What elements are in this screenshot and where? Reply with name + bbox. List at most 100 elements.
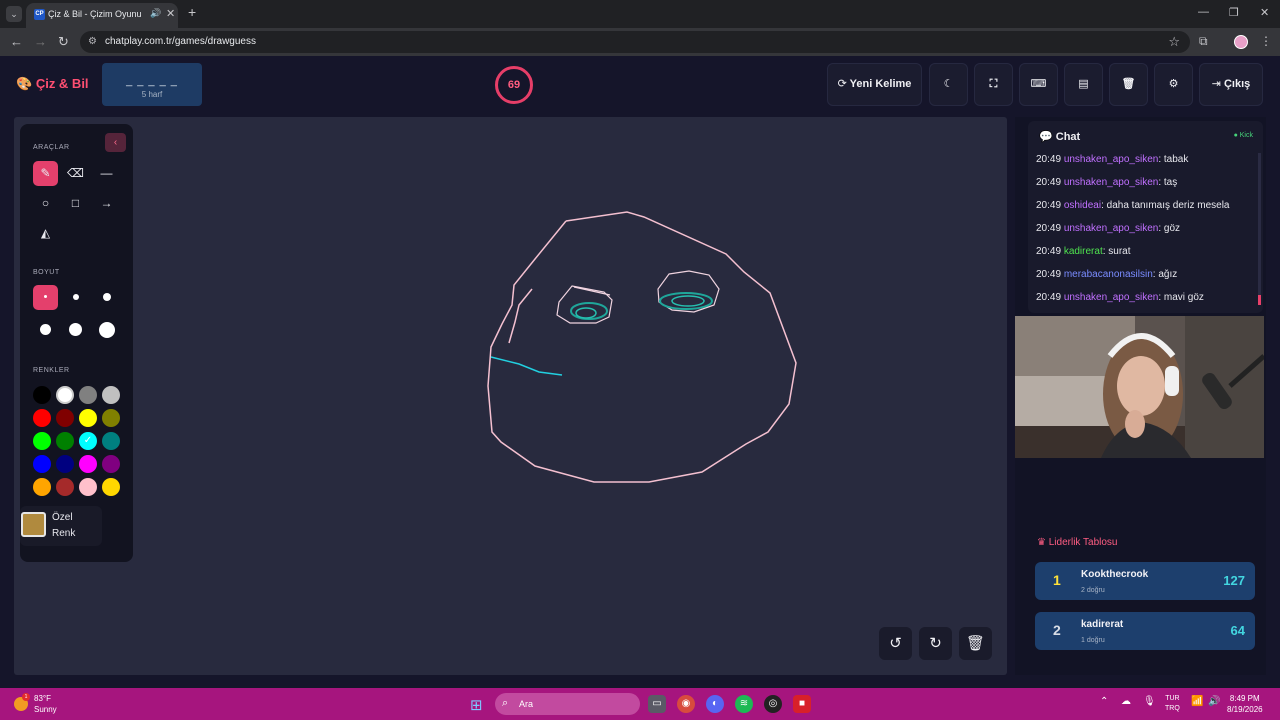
color-swatch[interactable] <box>56 386 74 404</box>
color-swatch[interactable] <box>56 455 74 473</box>
window-close-icon[interactable]: ✕ <box>1260 6 1269 19</box>
size-option-4[interactable] <box>33 317 58 342</box>
circle-tool[interactable]: ○ <box>33 191 58 216</box>
color-swatch[interactable] <box>102 455 120 473</box>
color-swatch[interactable] <box>33 455 51 473</box>
message-user[interactable]: unshaken_apo_siken <box>1064 177 1159 188</box>
tab-audio-icon[interactable]: 🔊 <box>150 8 161 19</box>
tab-close-icon[interactable]: ✕ <box>166 7 175 20</box>
window-minimize-icon[interactable]: — <box>1198 6 1209 18</box>
settings-button[interactable]: ⚙ <box>1154 63 1193 106</box>
app-logo: 🎨 Çiz & Bil <box>16 76 89 92</box>
url-text[interactable]: chatplay.com.tr/games/drawguess <box>105 36 256 47</box>
size-dot <box>69 323 82 336</box>
size-option-5[interactable] <box>63 317 88 342</box>
fill-tool[interactable]: ◭ <box>33 221 58 246</box>
arrow-tool[interactable]: → <box>94 191 119 216</box>
color-swatch[interactable] <box>79 478 97 496</box>
message-text: : surat <box>1102 246 1131 257</box>
size-option-3[interactable] <box>94 285 119 310</box>
discord-icon[interactable]: ◐ <box>706 695 724 713</box>
square-icon: □ <box>71 196 80 210</box>
color-swatch[interactable] <box>33 478 51 496</box>
browser-tab-active[interactable]: CP Çiz & Bil - Çizim Oyunu 🔊 ✕ <box>26 3 178 28</box>
color-swatch[interactable] <box>102 478 120 496</box>
color-swatch[interactable] <box>56 478 74 496</box>
tray-network-icon[interactable]: ☁ <box>1121 696 1131 707</box>
color-swatch[interactable] <box>33 386 51 404</box>
color-swatch[interactable] <box>79 386 97 404</box>
file-explorer-icon[interactable]: ▭ <box>648 695 666 713</box>
custom-color-swatch <box>21 512 46 537</box>
logo-text: Çiz & Bil <box>35 76 89 91</box>
wifi-icon[interactable]: 📶 <box>1191 696 1203 707</box>
new-word-button[interactable]: ⟳ Yeni Kelime <box>827 63 922 106</box>
size-option-6[interactable] <box>94 317 119 342</box>
collapse-panel-button[interactable]: ‹ <box>105 133 126 152</box>
keyboard-button[interactable]: ⌨ <box>1019 63 1058 106</box>
chat-scrollbar-thumb[interactable] <box>1258 295 1261 305</box>
volume-icon[interactable]: 🔊 <box>1208 696 1220 707</box>
line-tool[interactable]: — <box>94 161 119 186</box>
color-swatch[interactable] <box>33 409 51 427</box>
brush-tool[interactable]: ✎ <box>33 161 58 186</box>
browser-menu-icon[interactable]: ⋮ <box>1260 34 1272 48</box>
back-arrow-icon[interactable]: ← <box>10 34 23 49</box>
selected-check-icon: ✓ <box>83 435 93 446</box>
dark-mode-button[interactable]: ☾ <box>929 63 968 106</box>
system-clock[interactable]: 8:49 PM 8/19/2026 <box>1227 693 1263 715</box>
clear-canvas-button[interactable]: 🗑 <box>959 627 992 660</box>
rectangle-tool[interactable]: □ <box>63 191 88 216</box>
webcam-video <box>1015 316 1264 458</box>
undo-button[interactable]: ↺ <box>879 627 912 660</box>
reload-icon[interactable]: ↻ <box>58 34 69 50</box>
message-user[interactable]: oshideai <box>1064 200 1101 211</box>
forward-arrow-icon[interactable]: → <box>34 34 47 49</box>
color-swatch[interactable] <box>102 432 120 450</box>
microphone-icon[interactable]: 🎙 <box>1143 696 1156 707</box>
color-swatch[interactable] <box>79 455 97 473</box>
size-option-1[interactable] <box>33 285 58 310</box>
redo-button[interactable]: ↻ <box>919 627 952 660</box>
tray-chevron-up-icon[interactable]: ⌃ <box>1100 696 1108 707</box>
site-info-icon[interactable]: ⚙ <box>88 36 97 47</box>
tab-search-chevron-icon[interactable]: ⌄ <box>6 6 22 22</box>
color-swatch[interactable] <box>56 432 74 450</box>
color-swatch[interactable]: ✓ <box>79 432 97 450</box>
obs-icon[interactable]: ◎ <box>764 695 782 713</box>
window-restore-icon[interactable]: ❐ <box>1229 6 1239 19</box>
fullscreen-button[interactable]: ⛶ <box>974 63 1013 106</box>
chrome-icon[interactable]: ◉ <box>677 695 695 713</box>
size-option-2[interactable] <box>63 285 88 310</box>
app-red-icon[interactable]: ■ <box>793 695 811 713</box>
chat-scrollbar[interactable] <box>1258 153 1261 305</box>
archive-button[interactable]: ▤ <box>1064 63 1103 106</box>
address-bar[interactable]: ⚙ chatplay.com.tr/games/drawguess ☆ <box>80 31 1190 53</box>
message-user[interactable]: kadirerat <box>1064 246 1103 257</box>
windows-start-icon[interactable]: ⊞ <box>470 696 483 714</box>
eraser-tool[interactable]: ⌫ <box>63 161 88 186</box>
taskbar-search[interactable]: ⌕ Ara <box>495 693 640 715</box>
message-user[interactable]: unshaken_apo_siken <box>1064 154 1159 165</box>
chat-connection-status: ● Kick <box>1234 132 1253 139</box>
custom-color-button[interactable]: Özel Renk <box>20 506 102 546</box>
new-tab-plus-icon[interactable]: + <box>188 4 196 20</box>
message-user[interactable]: unshaken_apo_siken <box>1064 223 1159 234</box>
color-swatch[interactable] <box>102 409 120 427</box>
weather-temperature[interactable]: 83°F <box>34 694 51 703</box>
color-swatch[interactable] <box>33 432 51 450</box>
bookmark-star-icon[interactable]: ☆ <box>1168 34 1180 50</box>
keyboard-language[interactable]: TUR TRQ <box>1165 694 1180 714</box>
spotify-icon[interactable]: ≋ <box>735 695 753 713</box>
color-swatch[interactable] <box>56 409 74 427</box>
message-user[interactable]: merabacanonasilsin <box>1064 269 1153 280</box>
leaderboard-player: kadirerat <box>1081 619 1124 630</box>
weather-description[interactable]: Sunny <box>34 705 57 714</box>
color-swatch[interactable] <box>79 409 97 427</box>
exit-button[interactable]: ⇥ Çıkış <box>1199 63 1263 106</box>
message-user[interactable]: unshaken_apo_siken <box>1064 292 1159 303</box>
profile-avatar[interactable] <box>1234 35 1248 49</box>
color-swatch[interactable] <box>102 386 120 404</box>
delete-button[interactable]: 🗑 <box>1109 63 1148 106</box>
extensions-puzzle-icon[interactable]: ⧉ <box>1199 34 1208 49</box>
